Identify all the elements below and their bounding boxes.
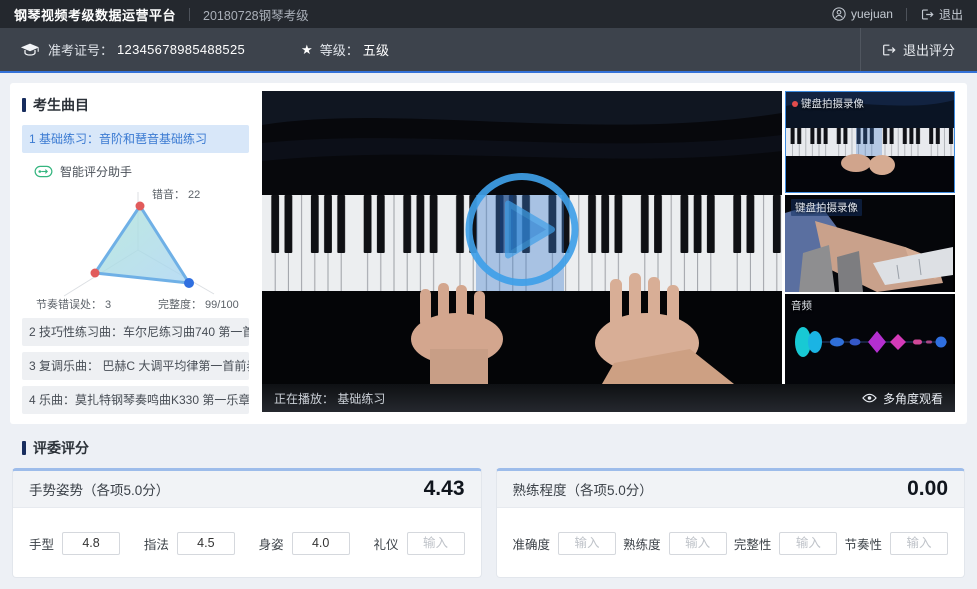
posture-input[interactable]: [292, 532, 350, 555]
thumbnail-audio[interactable]: 音频: [785, 294, 955, 384]
etiquette-label: 礼仪: [373, 534, 398, 553]
song-item-2[interactable]: 2 技巧性练习曲：车尔尼练习曲740 第一首: [22, 318, 249, 346]
navbar-right: yuejuan 退出: [832, 6, 963, 23]
section-accent-bar: [22, 98, 26, 112]
video-region: 键盘拍摄录像 键: [262, 91, 955, 412]
field-etiquette: 礼仪: [373, 532, 464, 555]
thumbnail-keyboard-cam-1[interactable]: 键盘拍摄录像: [785, 91, 955, 193]
thumbnail-column: 键盘拍摄录像 键: [785, 91, 955, 384]
exit-scoring-label: 退出评分: [903, 40, 955, 59]
song-section-title: 考生曲目: [33, 95, 89, 115]
proficiency-card-title: 熟练程度（各项5.0分）: [513, 479, 653, 499]
fingering-label: 指法: [144, 534, 169, 553]
radar-chart: 错音： 22 节奏错误处： 3 完整度： 99/100: [22, 184, 249, 310]
field-fingering: 指法: [144, 532, 235, 555]
exam-info-bar: 准考证号： 12345678985488525 ★ 等级： 五级 退出评分: [0, 28, 977, 73]
gesture-card-title: 手势姿势（各项5.0分）: [29, 479, 169, 499]
scoring-section-header: 评委评分: [22, 438, 977, 458]
level-label: 等级：: [320, 40, 359, 59]
proficiency-card-header: 熟练程度（各项5.0分） 0.00: [497, 471, 965, 508]
audio-label: 音频: [791, 298, 812, 313]
rhythm-input[interactable]: [890, 532, 948, 555]
graduation-cap-icon: [20, 42, 40, 57]
logout-label: 退出: [939, 6, 963, 23]
field-hand-shape: 手型: [29, 532, 120, 555]
gesture-card-score: 4.43: [424, 477, 465, 501]
field-rhythm: 节奏性: [844, 532, 948, 555]
exit-scoring-button[interactable]: 退出评分: [860, 28, 977, 71]
field-accuracy: 准确度: [513, 532, 617, 555]
song-item-3[interactable]: 3 复调乐曲： 巴赫C 大调平均律第一首前奏曲: [22, 352, 249, 380]
level-group: ★ 等级： 五级: [301, 40, 389, 59]
star-icon: ★: [301, 42, 313, 58]
exit-icon: [920, 8, 934, 21]
hand-shape-input[interactable]: [62, 532, 120, 555]
thumb1-label: 键盘拍摄录像: [792, 96, 864, 111]
thumb1-label-text: 键盘拍摄录像: [801, 96, 864, 111]
radar-chart-svg: [22, 184, 249, 310]
main-panel: 考生曲目 1 基础练习：音阶和琶音基础练习 智能评分助手: [10, 83, 967, 424]
play-button[interactable]: [463, 170, 581, 293]
thumbnail-keyboard-cam-2[interactable]: 键盘拍摄录像: [785, 195, 955, 292]
recording-dot-icon: [792, 101, 798, 107]
fingering-input[interactable]: [177, 532, 235, 555]
multi-angle-button[interactable]: 多角度观看: [862, 390, 943, 407]
proficiency-card-body: 准确度 熟练度 完整性 节奏性: [497, 508, 965, 578]
gesture-card-header: 手势姿势（各项5.0分） 4.43: [13, 471, 481, 508]
assistant-label: 智能评分助手: [60, 163, 132, 180]
gesture-posture-card: 手势姿势（各项5.0分） 4.43 手型 指法 身姿 礼仪: [12, 468, 482, 578]
field-posture: 身姿: [259, 532, 350, 555]
main-video-player[interactable]: [262, 91, 782, 384]
thumb2-label-text: 键盘拍摄录像: [795, 200, 858, 215]
ticket-group: 准考证号： 12345678985488525: [20, 40, 245, 59]
session-title: 20180728钢琴考级: [203, 5, 309, 24]
navbar-divider: [189, 8, 190, 21]
section-accent-bar-2: [22, 441, 26, 455]
completeness-input[interactable]: [779, 532, 837, 555]
scoring-cards: 手势姿势（各项5.0分） 4.43 手型 指法 身姿 礼仪 熟练程度: [12, 468, 965, 578]
song-item-1[interactable]: 1 基础练习：音阶和琶音基础练习: [22, 125, 249, 153]
level-value: 五级: [363, 40, 390, 59]
eye-icon: [862, 393, 877, 403]
scoring-section-title: 评委评分: [33, 438, 89, 458]
assistant-capsule-icon: [34, 165, 53, 178]
radar-label-completeness: 完整度： 99/100: [158, 296, 239, 312]
top-navbar: 钢琴视频考级数据运营平台 20180728钢琴考级 yuejuan 退出: [0, 0, 977, 28]
gesture-card-body: 手型 指法 身姿 礼仪: [13, 508, 481, 578]
logout-button[interactable]: 退出: [920, 6, 963, 23]
accuracy-label: 准确度: [513, 534, 551, 553]
multi-angle-label: 多角度观看: [883, 390, 943, 407]
rhythm-label: 节奏性: [844, 534, 882, 553]
proficiency-card-score: 0.00: [907, 477, 948, 501]
user-menu[interactable]: yuejuan: [832, 7, 893, 21]
hand-shape-label: 手型: [29, 534, 54, 553]
thumb2-label: 键盘拍摄录像: [791, 199, 862, 216]
completeness-label: 完整性: [734, 534, 772, 553]
proficiency-input[interactable]: [669, 532, 727, 555]
app-title: 钢琴视频考级数据运营平台: [14, 5, 176, 24]
accuracy-input[interactable]: [558, 532, 616, 555]
ticket-label: 准考证号：: [48, 40, 113, 59]
song-section-header: 考生曲目: [22, 95, 249, 115]
ticket-number: 12345678985488525: [117, 42, 245, 57]
song-item-4[interactable]: 4 乐曲：莫扎特钢琴奏鸣曲K330 第一乐章: [22, 386, 249, 414]
proficiency-card: 熟练程度（各项5.0分） 0.00 准确度 熟练度 完整性 节奏性: [496, 468, 966, 578]
now-playing-text: 正在播放： 基础练习: [274, 390, 385, 407]
smart-score-assistant[interactable]: 智能评分助手: [34, 163, 249, 180]
etiquette-input[interactable]: [407, 532, 465, 555]
proficiency-label: 熟练度: [623, 534, 661, 553]
username: yuejuan: [851, 7, 893, 21]
user-icon: [832, 7, 846, 21]
exit-scoring-icon: [881, 43, 896, 57]
player-status-bar: 正在播放： 基础练习 多角度观看: [262, 384, 955, 412]
posture-label: 身姿: [259, 534, 284, 553]
field-proficiency: 熟练度: [623, 532, 727, 555]
radar-label-wrong-notes: 错音： 22: [152, 186, 200, 202]
audio-label-text: 音频: [791, 298, 812, 313]
song-list-panel: 考生曲目 1 基础练习：音阶和琶音基础练习 智能评分助手: [22, 91, 249, 412]
radar-label-rhythm-errors: 节奏错误处： 3: [36, 296, 111, 312]
field-completeness: 完整性: [734, 532, 838, 555]
navbar-divider-2: [906, 8, 907, 21]
